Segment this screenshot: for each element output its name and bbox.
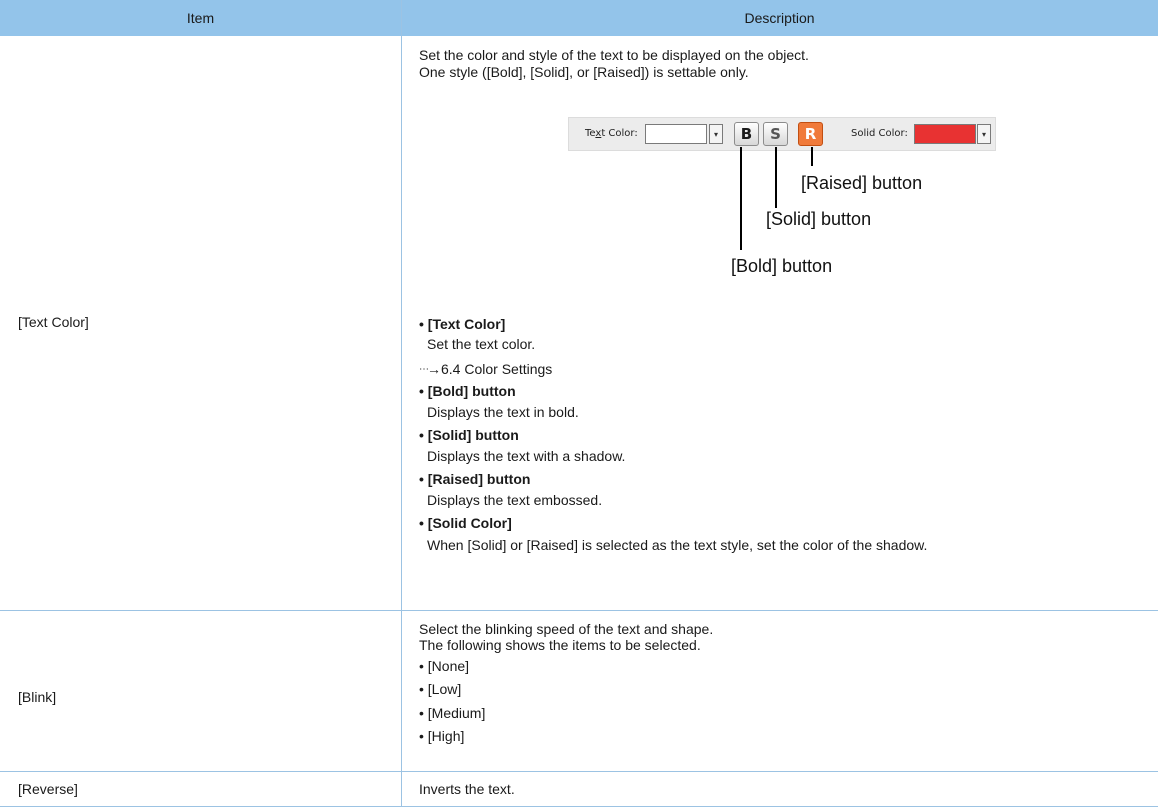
blink-option: • [High] xyxy=(419,728,465,744)
arrow-right-icon: ⋯ xyxy=(419,364,429,375)
item-blink: [Blink] xyxy=(18,689,57,705)
bullet-title: • [Raised] button xyxy=(419,471,531,487)
table-header: Item Description xyxy=(0,0,1158,36)
solid-color-swatch[interactable] xyxy=(914,124,976,144)
blink-option: • [Low] xyxy=(419,681,462,697)
solid-button[interactable]: S xyxy=(763,122,788,146)
chevron-down-icon[interactable]: ▾ xyxy=(977,124,991,144)
column-divider xyxy=(401,0,402,807)
text-color-intro: One style ([Bold], [Solid], or [Raised])… xyxy=(419,64,749,80)
row-divider xyxy=(0,610,1158,611)
text-color-swatch[interactable] xyxy=(645,124,707,144)
header-description: Description xyxy=(744,10,815,26)
bullet-title: • [Text Color] xyxy=(419,316,506,332)
blink-option: • [Medium] xyxy=(419,705,486,721)
bullet-desc: Displays the text with a shadow. xyxy=(427,448,626,464)
bold-button[interactable]: B xyxy=(734,122,759,146)
bullet-title: • [Solid] button xyxy=(419,427,519,443)
text-color-label: Text Color: xyxy=(585,128,638,139)
callout-raised: [Raised] button xyxy=(801,173,923,193)
item-text-color: [Text Color] xyxy=(18,314,89,330)
reverse-desc: Inverts the text. xyxy=(419,781,515,797)
callout-line xyxy=(811,147,813,166)
bullet-desc: Displays the text embossed. xyxy=(427,492,603,508)
arrow-right-icon: → xyxy=(427,361,441,377)
color-settings-link[interactable]: ⋯→6.4 Color Settings xyxy=(419,361,552,378)
bullet-desc: Set the text color. xyxy=(427,336,536,352)
item-reverse: [Reverse] xyxy=(18,781,78,797)
raised-button[interactable]: R xyxy=(798,122,823,146)
callout-line xyxy=(740,147,742,250)
callout-bold: [Bold] button xyxy=(731,256,833,276)
bullet-title: • [Solid Color] xyxy=(419,515,512,531)
settings-table: Item Description [Text Color] Set the co… xyxy=(0,0,1158,807)
text-style-toolbar: Text Color: ▾ B S R Solid Color: ▾ xyxy=(568,117,996,151)
bullet-desc: When [Solid] or [Raised] is selected as … xyxy=(427,537,928,553)
blink-desc: Select the blinking speed of the text an… xyxy=(419,621,714,637)
row-divider xyxy=(0,771,1158,772)
text-color-intro: Set the color and style of the text to b… xyxy=(419,47,809,63)
callout-line xyxy=(775,147,777,208)
solid-color-label: Solid Color: xyxy=(851,128,908,139)
bullet-title: • [Bold] button xyxy=(419,383,516,399)
callout-solid: [Solid] button xyxy=(766,209,872,229)
blink-option: • [None] xyxy=(419,658,470,674)
chevron-down-icon[interactable]: ▾ xyxy=(709,124,723,144)
bullet-desc: Displays the text in bold. xyxy=(427,404,579,420)
blink-desc: The following shows the items to be sele… xyxy=(419,637,701,653)
header-item: Item xyxy=(186,10,215,26)
